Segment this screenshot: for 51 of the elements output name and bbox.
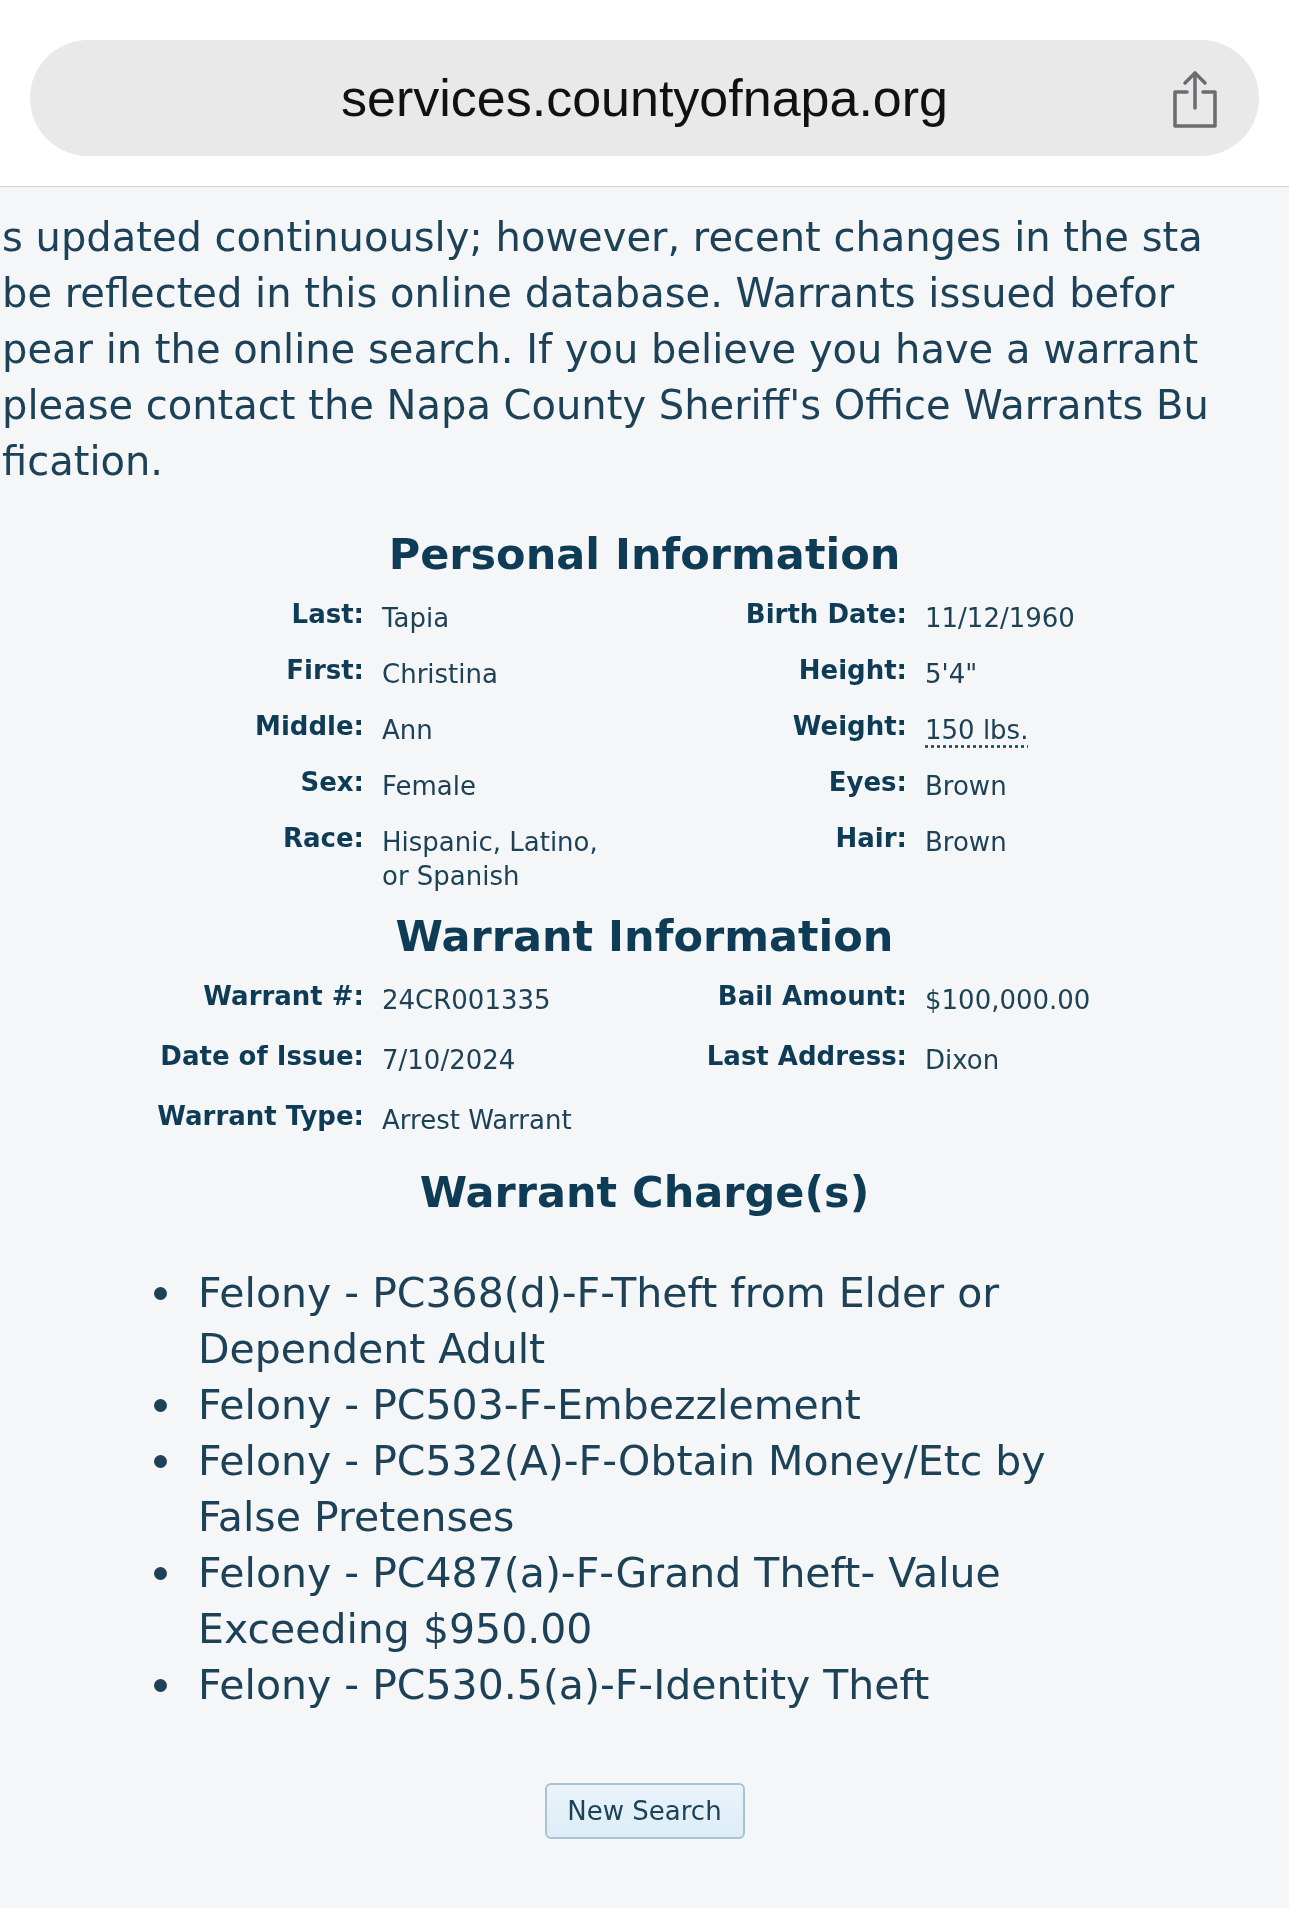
bullet-icon [154, 1679, 167, 1692]
field-value: 7/10/2024 [381, 1044, 517, 1077]
field-value: Tapia [381, 602, 451, 635]
field-value: Brown [924, 826, 1008, 859]
field-label: Sex: [299, 766, 364, 799]
section-heading: Warrant Charge(s) [418, 1167, 871, 1217]
section-heading: Personal Information [387, 529, 902, 579]
notice-text: please contact the Napa County Sheriff's Office Warrants Bu [1, 381, 1210, 430]
field-value: Hispanic, Latino, or Spanish [381, 826, 599, 893]
section-heading: Warrant Information [394, 911, 895, 961]
field-value: 5'4" [924, 658, 979, 691]
charge-item: Felony - PC530.5(a)-F-Identity Theft [198, 1657, 1098, 1713]
notice-text: s updated continuously; however, recent changes in the sta [1, 213, 1204, 262]
charge-item: Felony - PC368(d)-F-Theft from Elder or Dependent Adult [198, 1265, 1098, 1377]
charge-item: Felony - PC487(a)-F-Grand Theft- Value Exceeding $950.00 [198, 1545, 1098, 1657]
url-text: services.countyofnapa.org [341, 68, 948, 128]
field-label: Eyes: [827, 766, 907, 799]
bullet-icon [154, 1455, 167, 1468]
bullet-icon [154, 1567, 167, 1580]
field-label: Last: [290, 598, 364, 631]
field-value: 150 lbs. [924, 714, 1030, 747]
field-value: Christina [381, 658, 499, 691]
notice-text: fication. [1, 437, 165, 486]
field-value: Female [381, 770, 477, 803]
field-value: Brown [924, 770, 1008, 803]
field-value: Arrest Warrant [381, 1104, 573, 1137]
field-label: Bail Amount: [716, 980, 907, 1013]
field-label: Hair: [834, 822, 907, 855]
new-search-button[interactable]: New Search [544, 1783, 745, 1839]
field-label: First: [285, 654, 364, 687]
notice-text: pear in the online search. If you believe you have a warrant [1, 325, 1200, 374]
notice-text: be reflected in this online database. Warrants issued befor [1, 269, 1176, 318]
charge-item: Felony - PC503-F-Embezzlement [198, 1377, 1098, 1433]
field-label: Date of Issue: [159, 1040, 364, 1073]
field-value: Ann [381, 714, 434, 747]
bullet-icon [154, 1287, 167, 1300]
field-label: Warrant #: [202, 980, 364, 1013]
address-bar[interactable]: services.countyofnapa.org [30, 40, 1259, 156]
field-label: Middle: [254, 710, 364, 743]
field-label: Weight: [791, 710, 907, 743]
field-value: 11/12/1960 [924, 602, 1076, 635]
bullet-icon [154, 1399, 167, 1412]
field-label: Race: [282, 822, 364, 855]
field-value: 24CR001335 [381, 984, 552, 1017]
field-value: Dixon [924, 1044, 1001, 1077]
field-value: $100,000.00 [924, 984, 1092, 1017]
charge-item: Felony - PC532(A)-F-Obtain Money/Etc by False Pretenses [198, 1433, 1098, 1545]
field-label: Birth Date: [744, 598, 907, 631]
field-label: Warrant Type: [156, 1100, 364, 1133]
field-label: Height: [797, 654, 907, 687]
field-label: Last Address: [705, 1040, 907, 1073]
